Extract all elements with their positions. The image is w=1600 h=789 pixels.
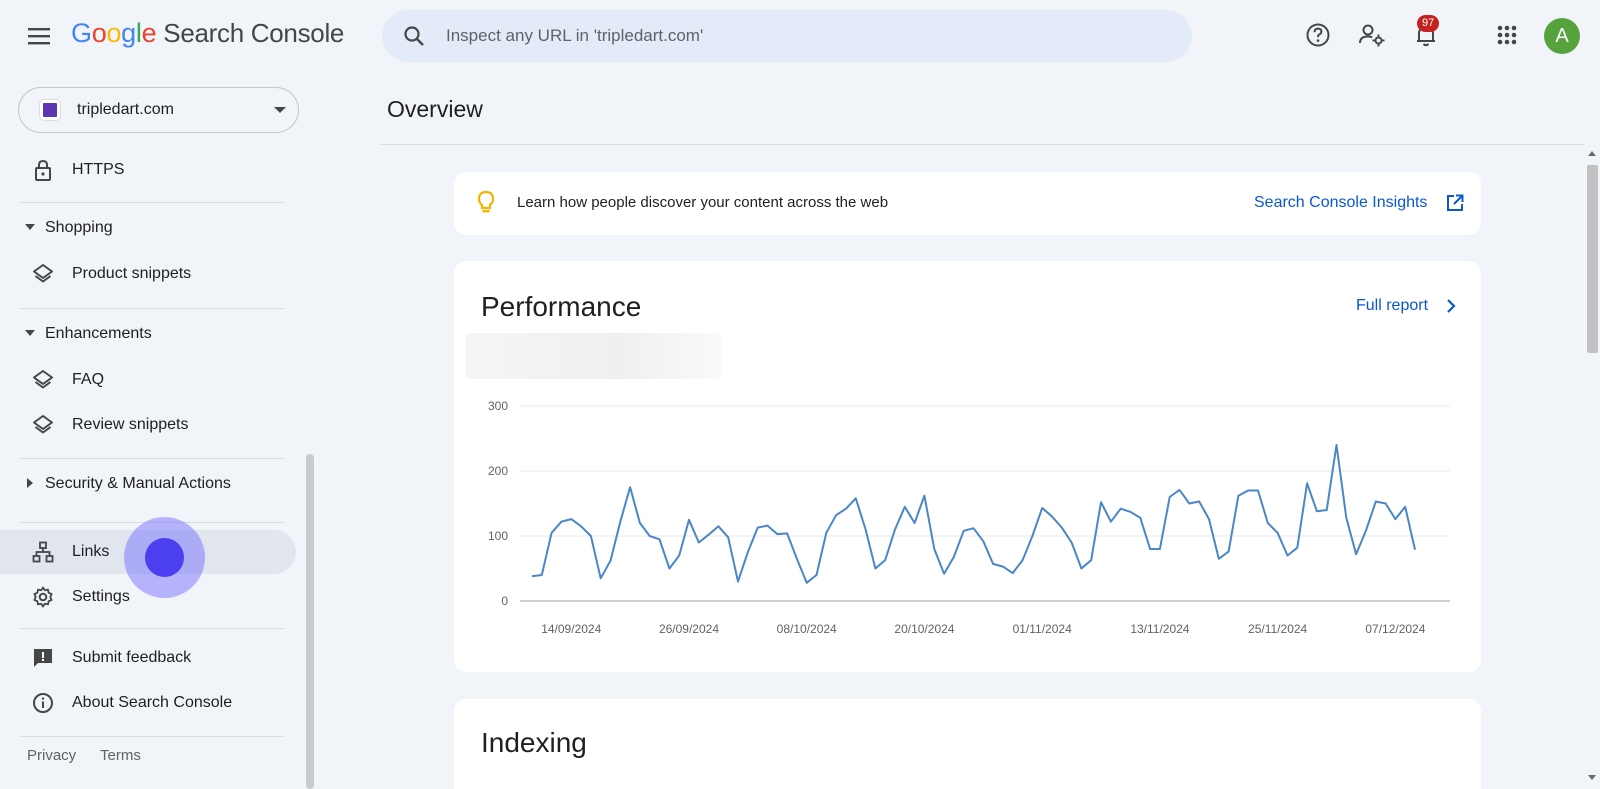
sidebar-item-label: Links <box>72 543 110 560</box>
y-tick-label: 0 <box>501 594 508 608</box>
performance-card: Performance Full report 0 100 200 300 14/09/… <box>454 261 1481 672</box>
performance-chart: 0 100 200 300 14/09/2024 26/09/2024 08/10/2024… <box>488 399 1450 636</box>
layers-icon <box>33 415 53 434</box>
search-console-insights-link[interactable]: Search Console Insights <box>1254 194 1427 212</box>
sidebar-item-label: Product snippets <box>72 265 192 282</box>
section-label: Enhancements <box>45 325 152 342</box>
terms-link[interactable]: Terms <box>100 747 141 764</box>
search-input[interactable] <box>446 10 1166 62</box>
x-tick-label: 01/11/2024 <box>1013 622 1072 636</box>
help-icon[interactable] <box>1303 20 1333 50</box>
gear-icon <box>33 586 53 608</box>
chevron-right-icon[interactable] <box>1442 297 1460 315</box>
sidebar-item-product-snippets[interactable]: Product snippets <box>0 252 296 296</box>
divider <box>20 458 284 459</box>
external-link-icon[interactable] <box>1445 193 1465 213</box>
sidebar-item-about[interactable]: About Search Console <box>0 681 296 725</box>
full-report-link[interactable]: Full report <box>1356 297 1428 315</box>
sidebar-item-label: Settings <box>72 588 130 605</box>
divider <box>380 144 1584 145</box>
logo-letter: o <box>91 18 107 48</box>
expand-arrow-icon <box>25 330 35 336</box>
property-selector[interactable]: tripledart.com <box>18 87 299 133</box>
lightbulb-icon <box>477 190 495 213</box>
divider <box>20 736 284 737</box>
x-tick-label: 14/09/2024 <box>541 622 601 636</box>
x-tick-label: 07/12/2024 <box>1365 622 1425 636</box>
apps-grid-icon[interactable] <box>1492 20 1522 50</box>
page-title: Overview <box>387 96 483 122</box>
app-logo[interactable]: Google Search Console <box>71 18 344 49</box>
app-header: GoogleSearch Console 97 A <box>0 0 1600 72</box>
insights-text: Learn how people discover your content a… <box>517 194 889 211</box>
logo-letter: G <box>71 18 92 48</box>
logo-letter: e <box>141 18 157 48</box>
sidebar: tripledart.com HTTPS Shopping Product sn… <box>0 72 316 789</box>
section-enhancements[interactable]: Enhancements <box>0 316 296 352</box>
property-name: tripledart.com <box>77 101 174 118</box>
sitemap-icon <box>32 541 54 563</box>
x-tick-label: 08/10/2024 <box>777 622 837 636</box>
menu-icon[interactable] <box>26 24 54 48</box>
indexing-card: Indexing <box>454 699 1481 789</box>
feedback-icon <box>34 649 52 667</box>
expand-arrow-icon <box>25 224 35 230</box>
x-tick-label: 26/09/2024 <box>659 622 719 636</box>
y-tick-label: 100 <box>488 529 508 543</box>
sidebar-item-https[interactable]: HTTPS <box>0 148 296 192</box>
product-name: Search Console <box>163 18 345 48</box>
sidebar-item-faq[interactable]: FAQ <box>0 358 296 402</box>
layers-icon <box>33 264 53 283</box>
divider <box>20 308 284 309</box>
performance-title: Performance <box>481 291 642 322</box>
section-shopping[interactable]: Shopping <box>0 210 296 246</box>
lock-icon <box>35 159 51 181</box>
notifications-badge: 97 <box>1417 15 1440 32</box>
search-icon <box>404 26 424 46</box>
logo-letter: g <box>121 18 136 48</box>
dropdown-caret-icon <box>274 107 286 113</box>
sidebar-item-label: Submit feedback <box>72 649 192 666</box>
collapse-arrow-icon <box>27 478 33 488</box>
account-avatar[interactable]: A <box>1544 18 1580 54</box>
scroll-up-arrow-icon[interactable] <box>1588 151 1596 156</box>
blurred-metrics <box>466 333 722 379</box>
url-inspection-search[interactable] <box>382 10 1192 62</box>
click-indicator-dot <box>145 538 184 577</box>
sidebar-item-label: Review snippets <box>72 416 189 433</box>
sidebar-item-submit-feedback[interactable]: Submit feedback <box>0 636 296 680</box>
info-icon <box>33 693 53 713</box>
divider <box>20 628 284 629</box>
x-tick-label: 20/10/2024 <box>894 622 954 636</box>
y-tick-label: 300 <box>488 399 508 413</box>
x-tick-label: 13/11/2024 <box>1130 622 1189 636</box>
sidebar-scrollbar[interactable] <box>306 454 314 789</box>
divider <box>20 202 284 203</box>
privacy-link[interactable]: Privacy <box>27 747 76 764</box>
scrollbar-thumb[interactable] <box>1587 165 1598 353</box>
clicks-series-line[interactable] <box>531 444 1416 584</box>
insights-banner: Learn how people discover your content a… <box>454 172 1481 235</box>
y-tick-label: 200 <box>488 464 508 478</box>
indexing-title: Indexing <box>481 727 587 758</box>
sidebar-item-label: About Search Console <box>72 694 233 711</box>
layers-icon <box>33 370 53 389</box>
property-favicon <box>40 100 60 120</box>
logo-letter: o <box>106 18 122 48</box>
scroll-down-arrow-icon[interactable] <box>1588 775 1596 780</box>
sidebar-item-label: HTTPS <box>72 161 125 178</box>
sidebar-item-label: FAQ <box>72 371 105 388</box>
section-security-manual-actions[interactable]: Security & Manual Actions <box>0 466 296 502</box>
x-tick-label: 25/11/2024 <box>1248 622 1307 636</box>
main-scrollbar[interactable] <box>1584 145 1600 789</box>
sidebar-item-review-snippets[interactable]: Review snippets <box>0 403 296 447</box>
section-label: Security & Manual Actions <box>45 475 231 492</box>
section-label: Shopping <box>45 219 113 236</box>
manage-users-icon[interactable] <box>1357 20 1387 50</box>
